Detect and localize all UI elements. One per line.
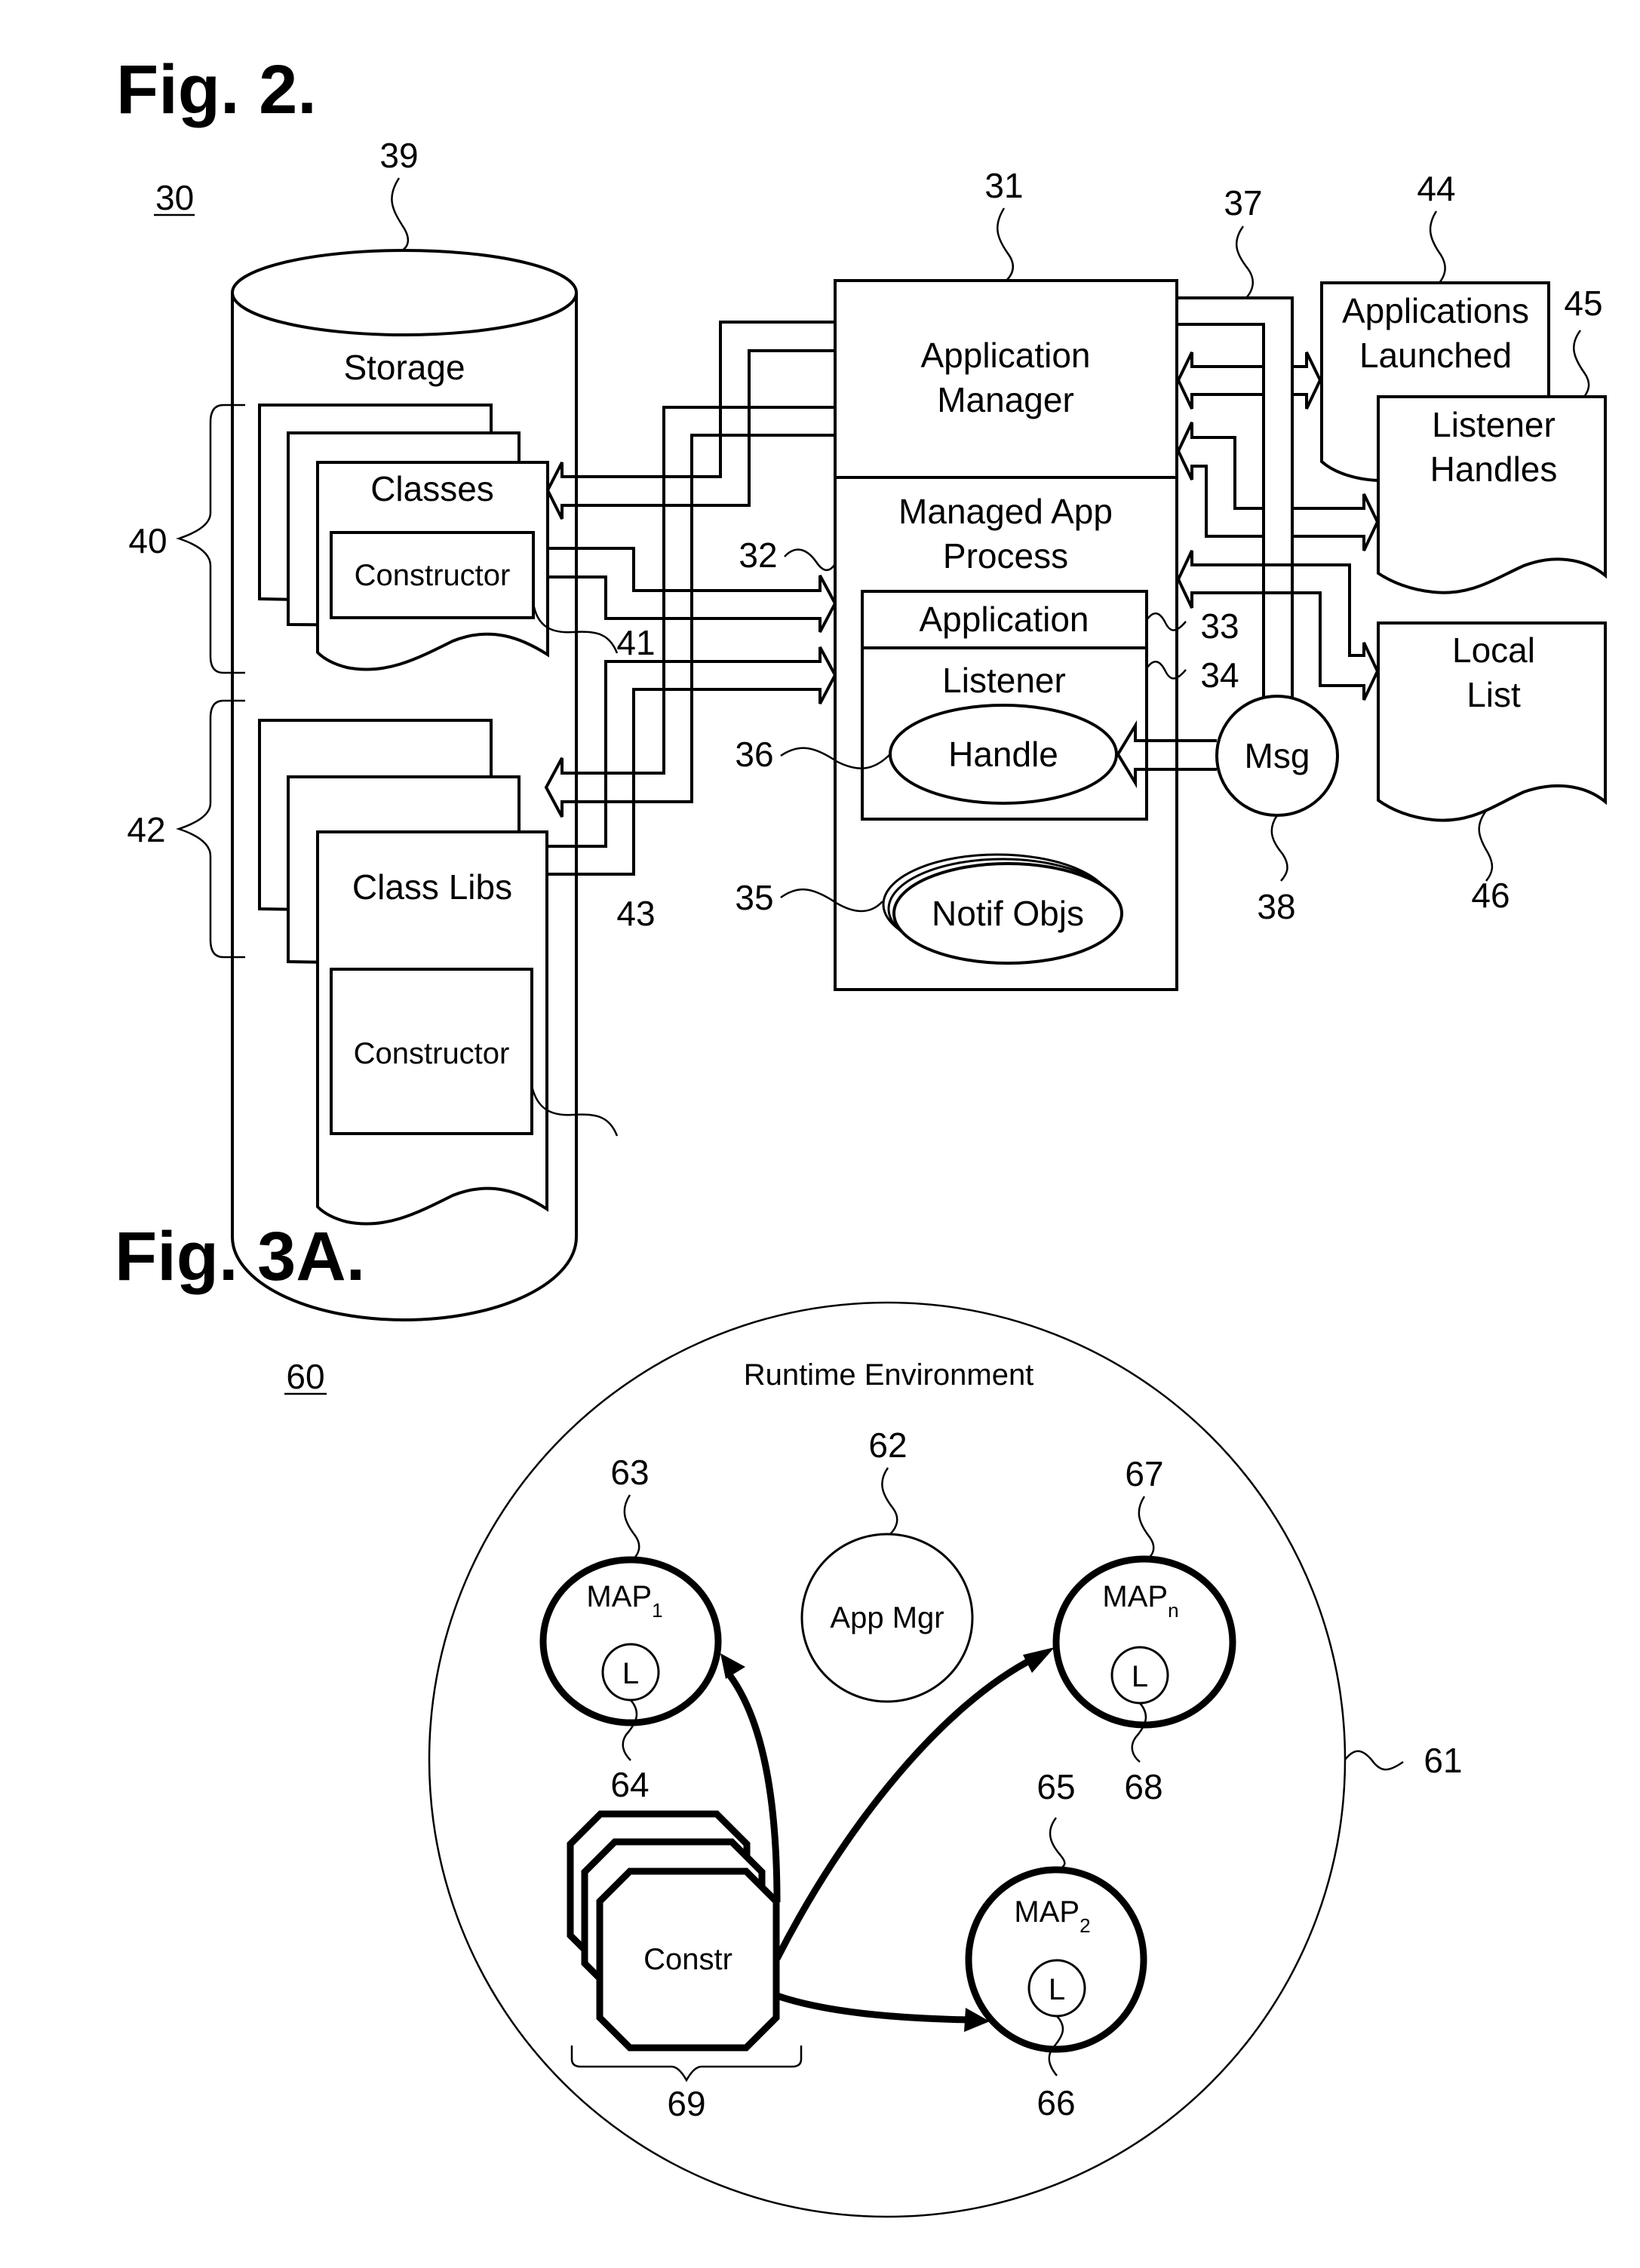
application-manager-box: Application Manager 31 Managed App Proce… xyxy=(735,166,1239,991)
map1-node: MAP1 L 63 64 xyxy=(539,1453,722,1804)
app-mgr-label: App Mgr xyxy=(830,1601,944,1634)
constructor-label: Constr xyxy=(643,1943,732,1976)
mapn-listener-label: L xyxy=(1132,1660,1148,1693)
figure-2-title: Fig. 2. xyxy=(116,51,317,128)
storage-label: Storage xyxy=(343,348,465,387)
bus-leader xyxy=(1236,226,1254,299)
mapn-node: MAPn L 67 68 xyxy=(1052,1454,1236,1806)
application-ref: 33 xyxy=(1200,606,1239,646)
mapn-ref: 67 xyxy=(1125,1454,1163,1493)
system-ref-30: 30 xyxy=(155,178,194,217)
pipe-appmgr-to-class-libs xyxy=(544,406,835,818)
managed-app-process-ref: 32 xyxy=(739,536,777,575)
notif-objs-label: Notif Objs xyxy=(932,894,1084,933)
managed-app-process-label-line1: Managed App xyxy=(898,492,1113,531)
constructors-ref: 69 xyxy=(667,2084,705,2123)
map2-ref: 65 xyxy=(1037,1767,1075,1806)
local-list-ref: 46 xyxy=(1471,876,1509,915)
arrow-head-mapn xyxy=(1023,1647,1055,1673)
class-libs-group-ref: 42 xyxy=(127,810,165,849)
runtime-environment-leader xyxy=(1344,1750,1404,1771)
classes-constructor-label: Constructor xyxy=(355,559,511,592)
app-mgr-ref: 62 xyxy=(868,1426,907,1465)
storage-ref: 39 xyxy=(379,136,418,175)
runtime-environment-label: Runtime Environment xyxy=(744,1358,1034,1392)
bus-ref: 37 xyxy=(1224,183,1262,223)
listener-handles-label-line1: Listener xyxy=(1432,405,1556,444)
patent-figures: Fig. 2. 30 Storage 39 40 42 Classes Cons… xyxy=(115,51,1607,2218)
application-label: Application xyxy=(919,600,1089,639)
app-manager-leader xyxy=(997,207,1014,281)
class-libs-document-stack: Class Libs Constructor 43 xyxy=(258,719,656,1226)
arrow-constr-to-map2 xyxy=(775,1992,968,2024)
applications-launched-ref: 44 xyxy=(1417,169,1455,208)
handle-ref: 36 xyxy=(735,735,773,774)
applications-launched-label-line1: Applications xyxy=(1342,291,1529,330)
local-list-label-line1: Local xyxy=(1452,631,1535,670)
managed-app-process-leader xyxy=(784,548,837,572)
cylinder-top xyxy=(231,249,578,336)
figure-2: Fig. 2. 30 Storage 39 40 42 Classes Cons… xyxy=(116,51,1607,1321)
map1-listener-label: L xyxy=(622,1657,639,1690)
classes-label: Classes xyxy=(370,469,494,508)
figure-3a-title: Fig. 3A. xyxy=(115,1218,365,1295)
classes-group-ref: 40 xyxy=(128,521,167,560)
managed-app-process-label-line2: Process xyxy=(943,536,1068,575)
pipe-bus-to-appmgr-lower xyxy=(1176,422,1264,538)
pipe-bus-to-listener-handles xyxy=(1292,493,1380,551)
storage-leader-line xyxy=(391,177,410,252)
handle-label: Handle xyxy=(948,735,1058,774)
listener-ref: 34 xyxy=(1200,655,1239,695)
app-manager-label-line1: Application xyxy=(920,336,1090,375)
map2-listener-ref: 66 xyxy=(1037,2083,1075,2122)
pipe-bus-to-apps-launched xyxy=(1292,351,1322,410)
class-libs-group-brace: 42 xyxy=(127,699,245,959)
app-manager-label-line2: Manager xyxy=(937,380,1074,419)
msg-node: Msg 38 xyxy=(1215,695,1339,926)
listener-handles-ref: 45 xyxy=(1564,284,1602,323)
class-libs-label: Class Libs xyxy=(352,867,512,907)
map1-ref: 63 xyxy=(610,1453,649,1492)
listener-handles-leader xyxy=(1573,330,1590,397)
system-ref-60: 60 xyxy=(286,1357,324,1396)
pipe-bus-to-appmgr-upper xyxy=(1176,351,1264,410)
listener-label: Listener xyxy=(942,661,1066,700)
map2-node: MAP2 L 65 66 xyxy=(965,1767,1147,2122)
msg-leader xyxy=(1270,815,1288,882)
left-data-pipes xyxy=(544,321,837,876)
classes-constructor-ref: 41 xyxy=(616,623,655,662)
constructors-stack: Constr 69 xyxy=(567,1810,803,2123)
local-list-document: Local List 46 xyxy=(1377,621,1607,915)
runtime-environment-ref: 61 xyxy=(1423,1741,1462,1780)
notif-objs-ref: 35 xyxy=(735,878,773,917)
app-mgr-node: App Mgr 62 xyxy=(800,1426,974,1703)
figure-3a: Fig. 3A. 60 Runtime Environment 61 App M… xyxy=(115,1218,1463,2218)
listener-handles-label-line2: Handles xyxy=(1430,450,1558,489)
msg-label: Msg xyxy=(1245,736,1310,775)
msg-ref: 38 xyxy=(1257,887,1295,926)
map1-listener-ref: 64 xyxy=(610,1765,649,1804)
class-libs-constructor-label: Constructor xyxy=(354,1037,510,1070)
local-list-leader xyxy=(1478,810,1494,882)
applications-launched-leader xyxy=(1429,210,1446,284)
map2-listener-label: L xyxy=(1049,1973,1065,2006)
applications-launched-label-line2: Launched xyxy=(1359,336,1512,375)
classes-group-brace: 40 xyxy=(128,404,245,674)
classes-document-stack: Classes Constructor 41 xyxy=(258,404,656,671)
app-manager-ref: 31 xyxy=(984,166,1023,205)
mapn-listener-ref: 68 xyxy=(1124,1767,1162,1806)
local-list-label-line2: List xyxy=(1466,675,1521,714)
class-libs-constructor-ref: 43 xyxy=(616,894,655,933)
